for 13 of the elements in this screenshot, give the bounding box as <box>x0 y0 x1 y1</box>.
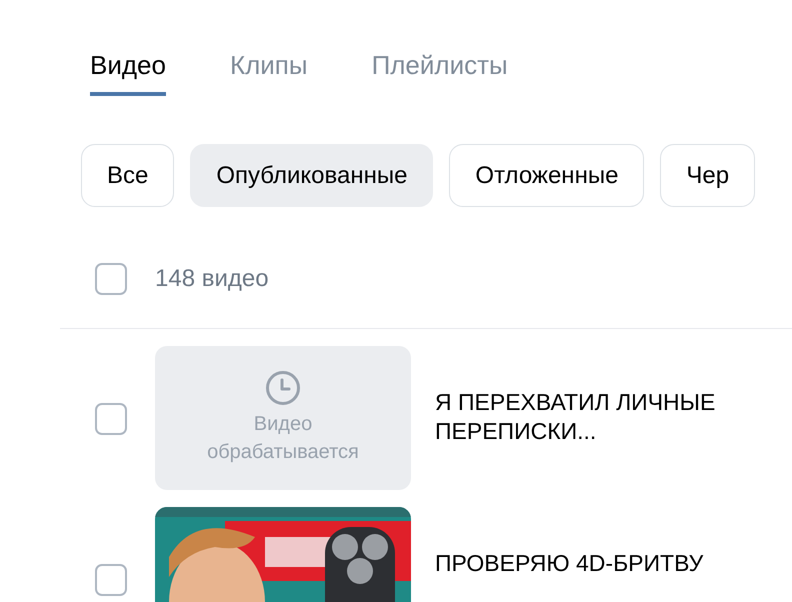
video-count: 148 видео <box>155 264 269 294</box>
checkbox[interactable] <box>95 564 127 596</box>
processing-status: Видео обрабатывается <box>206 412 360 465</box>
filter-chip[interactable]: Все <box>81 144 174 207</box>
clock-icon <box>265 370 301 406</box>
filter-chip[interactable]: Опубликованные <box>190 144 434 207</box>
checkbox[interactable] <box>95 403 127 435</box>
filter-chip[interactable]: Чер <box>660 144 756 207</box>
video-title[interactable]: ПРОВЕРЯЮ 4D-БРИТВУ <box>435 549 755 578</box>
filter-chip[interactable]: Отложенные <box>449 144 644 207</box>
video-title[interactable]: Я ПЕРЕХВАТИЛ ЛИЧНЫЕ ПЕРЕПИСКИ... <box>435 388 755 446</box>
tab[interactable]: Видео <box>90 48 166 96</box>
checkbox[interactable] <box>95 263 127 295</box>
